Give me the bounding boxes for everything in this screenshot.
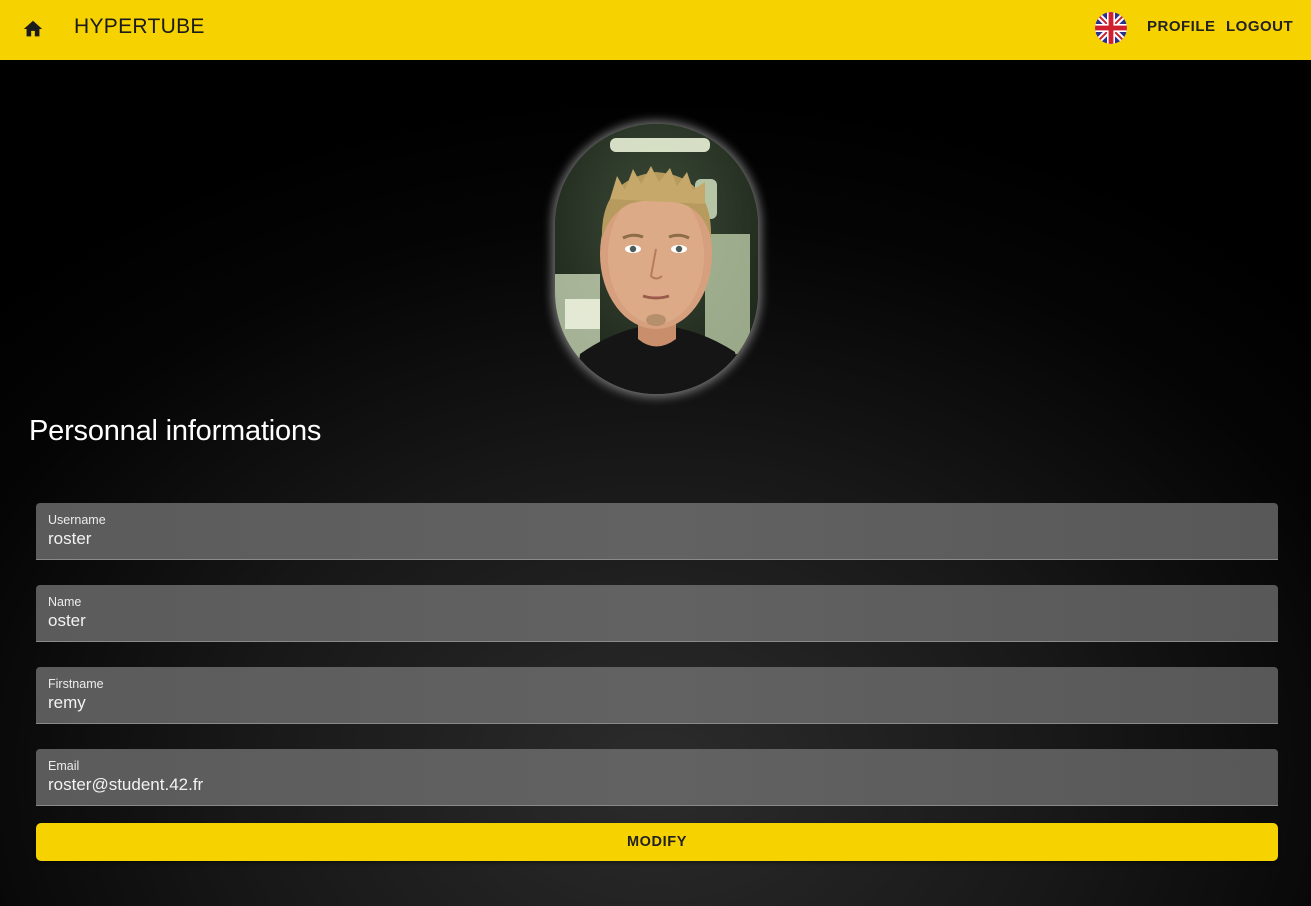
firstname-label: Firstname (48, 677, 104, 691)
nav-profile-button[interactable]: PROFILE (1147, 18, 1216, 35)
firstname-input[interactable] (48, 693, 1248, 713)
username-label: Username (48, 513, 106, 527)
name-field[interactable]: Name (36, 585, 1278, 642)
email-field[interactable]: Email (36, 749, 1278, 806)
user-avatar[interactable] (555, 124, 758, 394)
home-button[interactable] (14, 10, 52, 48)
home-icon (23, 20, 43, 37)
language-selector-button[interactable] (1095, 12, 1127, 44)
app-bar: HYPERTUBE PROFILE LOGOUT (0, 0, 1311, 60)
firstname-field[interactable]: Firstname (36, 667, 1278, 724)
modify-button[interactable]: MODIFY (36, 823, 1278, 861)
email-input[interactable] (48, 775, 1248, 795)
username-field[interactable]: Username (36, 503, 1278, 560)
username-input[interactable] (48, 529, 1248, 549)
app-title[interactable]: HYPERTUBE (74, 15, 205, 39)
email-label: Email (48, 759, 80, 773)
uk-flag-icon (1095, 12, 1127, 44)
name-label: Name (48, 595, 82, 609)
nav-logout-button[interactable]: LOGOUT (1226, 18, 1293, 35)
user-avatar-photo (555, 124, 758, 394)
section-title: Personnal informations (29, 415, 322, 447)
name-input[interactable] (48, 611, 1248, 631)
